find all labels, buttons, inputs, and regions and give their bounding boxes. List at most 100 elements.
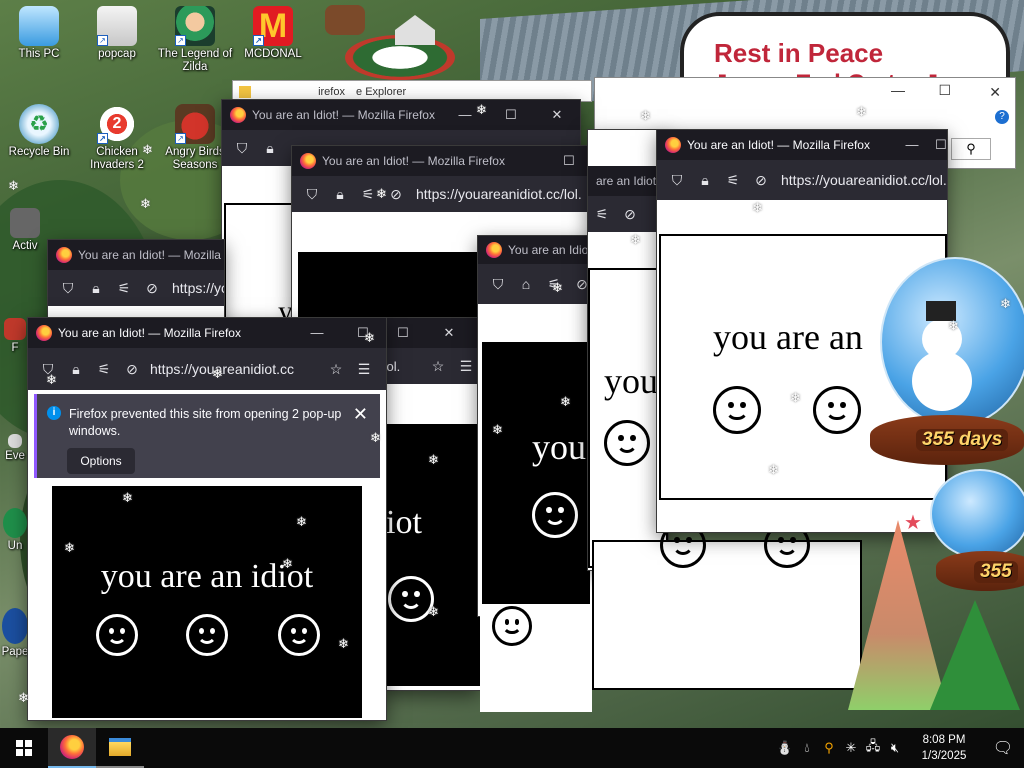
shield-icon[interactable]: ⛉ [298, 180, 326, 208]
app-tray-icon[interactable]: ⛄ [774, 728, 796, 768]
start-button[interactable] [0, 728, 48, 768]
permissions-icon[interactable]: ⚟ [90, 355, 118, 383]
desktop-icon-activ[interactable]: Activ [0, 208, 50, 253]
url-bar[interactable]: https://youareanidiot.cc/lol. [416, 186, 592, 202]
page-fragment [480, 606, 592, 712]
window-title: You are an Idiot! — Mozilla Firefox [252, 108, 435, 122]
lock-icon[interactable]: 🔒︎ [256, 134, 284, 162]
shield-icon[interactable]: ⛉ [228, 134, 256, 162]
desktop-icon-popcap[interactable]: ↗ popcap [78, 6, 156, 61]
app-icon [3, 508, 27, 538]
desktop-icon-mcdonalds[interactable]: M ↗ MCDONAL [234, 6, 312, 61]
firefox-logo-icon [665, 137, 681, 153]
shield-icon[interactable]: ⛉ [663, 166, 691, 194]
smiley-face [813, 386, 861, 434]
maximize-icon[interactable]: ☐ [340, 318, 386, 348]
url-bar[interactable]: https://youareanidiot.cc/lol. [781, 172, 947, 188]
network-icon[interactable]: 🖧︎ [862, 728, 884, 768]
volume-muted-icon[interactable]: 🔇︎ [884, 728, 906, 768]
lock-icon[interactable]: 🔒︎ [82, 274, 110, 302]
bookmark-star-icon[interactable]: ☆ [322, 355, 350, 383]
desktop-icon-eve[interactable]: Eve [0, 434, 30, 463]
maximize-icon[interactable]: ☐ [380, 318, 426, 348]
snowflake: ❄ [282, 556, 293, 571]
firefox-logo-icon [56, 247, 72, 263]
menu-icon[interactable]: ☰ [350, 355, 378, 383]
maximize-icon[interactable]: ☐ [935, 130, 947, 160]
smiley-face [96, 614, 138, 656]
snowflake: ❄ [560, 394, 571, 409]
url-bar[interactable]: /lol. [380, 359, 424, 374]
taskbar-app-file-explorer[interactable] [96, 728, 144, 768]
idiot-text: you are an [713, 317, 863, 357]
notifications-icon[interactable]: 🗨︎ [982, 728, 1024, 768]
close-icon[interactable]: ✕ [989, 84, 1001, 101]
smiley-face [532, 492, 578, 538]
desktop-icon-label: Activ [12, 240, 38, 252]
autoplay-blocked-icon[interactable]: ⊘ [747, 166, 775, 194]
search-icon[interactable]: ⚲ [951, 138, 991, 160]
idiot-panel: you [482, 342, 590, 604]
firefox-window[interactable]: are an Idiot ⚟ ⊘ you [588, 130, 668, 570]
help-icon[interactable]: ? [995, 110, 1009, 124]
maximize-icon[interactable]: ☐ [546, 146, 592, 176]
snowflake: ❄ [364, 330, 375, 345]
desktop-icon-f[interactable]: F [0, 318, 30, 355]
smiley-face [186, 614, 228, 656]
snowflake-icon[interactable]: ✳ [840, 728, 862, 768]
permissions-icon[interactable]: ⚟ [110, 274, 138, 302]
chicken-invaders-badge: 2 [112, 115, 122, 132]
lock-icon[interactable]: 🔒︎ [62, 355, 90, 383]
autoplay-blocked-icon[interactable]: ⊘ [118, 355, 146, 383]
menu-icon[interactable]: ☰ [452, 352, 480, 380]
maximize-icon[interactable]: ☐ [938, 82, 951, 99]
autoplay-blocked-icon[interactable]: ⊘ [138, 274, 166, 302]
shield-icon[interactable]: ⛉ [484, 270, 512, 298]
lock-icon[interactable]: 🔒︎ [326, 180, 354, 208]
file-explorer-icon [109, 738, 131, 756]
desktop-icon-recycle-bin[interactable]: ♻ Recycle Bin [0, 104, 78, 159]
permissions-icon[interactable]: ⚟ [719, 166, 747, 194]
options-button[interactable]: Options [67, 448, 135, 474]
minimize-icon[interactable]: — [891, 82, 905, 98]
shield-icon[interactable]: ⛉ [54, 274, 82, 302]
minimize-icon[interactable]: — [294, 318, 340, 348]
bookmark-star-icon[interactable]: ☆ [424, 352, 452, 380]
window-title: You are an Idio [508, 243, 589, 257]
close-icon[interactable]: ✕ [426, 318, 472, 348]
desktop-icon-chicken-invaders[interactable]: 2 ↗ Chicken Invaders 2 [78, 104, 156, 172]
desktop-icon-pape[interactable]: Pape [0, 608, 30, 659]
firefox-window-main[interactable]: You are an Idiot! — Mozilla Firefox — ☐ ⛉… [28, 318, 386, 720]
chicken-invaders-icon: 2 ↗ [97, 104, 137, 144]
firefox-icon [60, 735, 84, 759]
minimize-icon[interactable]: — [889, 130, 935, 160]
windows-logo-icon [16, 740, 32, 756]
permissions-icon[interactable]: ⚟ [588, 200, 616, 228]
camera-icon[interactable]: ⌂ [512, 270, 540, 298]
search-icon[interactable]: ⚲ [818, 728, 840, 768]
close-icon[interactable]: ✕ [534, 100, 580, 130]
desktop-icon-label: Recycle Bin [8, 146, 70, 158]
close-icon[interactable]: ✕ [353, 404, 368, 425]
firefox-window[interactable]: ☐ ✕ /lol. ☆ ☰ iot [380, 318, 480, 690]
url-bar[interactable]: https://yo [172, 280, 224, 296]
taskbar-app-firefox[interactable] [48, 728, 96, 768]
url-bar[interactable]: https://youareanidiot.cc [150, 361, 322, 377]
droplet-icon[interactable]: 💧︎ [796, 728, 818, 768]
snowflake: ❄ [142, 142, 153, 157]
maximize-icon[interactable]: ☐ [488, 100, 534, 130]
app-icon [4, 318, 26, 340]
desktop-icon-legend-of-zilda[interactable]: ↗ The Legend of Zilda [156, 6, 234, 74]
autoplay-blocked-icon[interactable]: ⊘ [616, 200, 644, 228]
desktop-icon-un[interactable]: Un [0, 508, 30, 553]
snowflake: ❄ [212, 366, 223, 381]
idiot-text-fragment: you [532, 427, 586, 467]
lock-icon[interactable]: 🔒︎ [691, 166, 719, 194]
page-fragment [592, 522, 862, 690]
clock[interactable]: 8:08 PM 1/3/2025 [906, 732, 982, 764]
notification-message: Firefox prevented this site from opening… [69, 407, 342, 438]
snowflake: ❄ [376, 186, 387, 201]
desktop-icon-this-pc[interactable]: This PC [0, 6, 78, 61]
smiley-face [278, 614, 320, 656]
app-icon [8, 434, 22, 448]
